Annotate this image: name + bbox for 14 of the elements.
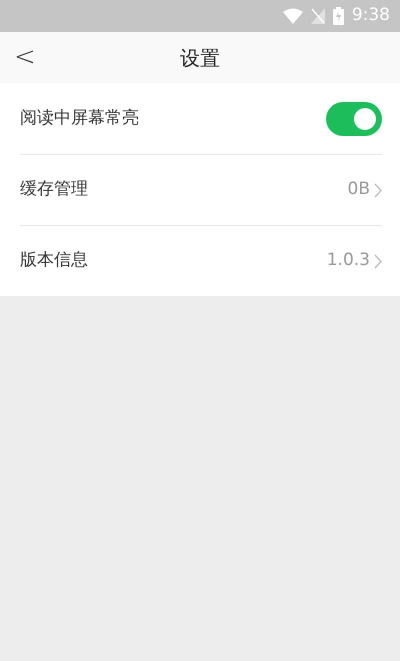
chevron-right-icon[interactable] (374, 254, 382, 268)
setting-label: 版本信息 (20, 249, 88, 272)
wifi-icon (282, 8, 303, 24)
chevron-right-icon[interactable] (374, 182, 382, 198)
back-button[interactable]: < (10, 40, 40, 74)
battery-icon (332, 7, 344, 25)
setting-label: 阅读中屏幕常亮 (20, 106, 139, 130)
setting-label: 缓存管理 (20, 178, 88, 202)
setting-value: 0B (348, 178, 370, 202)
page-title: 设置 (180, 44, 220, 72)
no-signal-icon (310, 8, 325, 24)
status-time: 9:38 (352, 4, 390, 28)
toggle-switch[interactable] (326, 102, 382, 136)
setting-value: 1.0.3 (326, 249, 370, 272)
